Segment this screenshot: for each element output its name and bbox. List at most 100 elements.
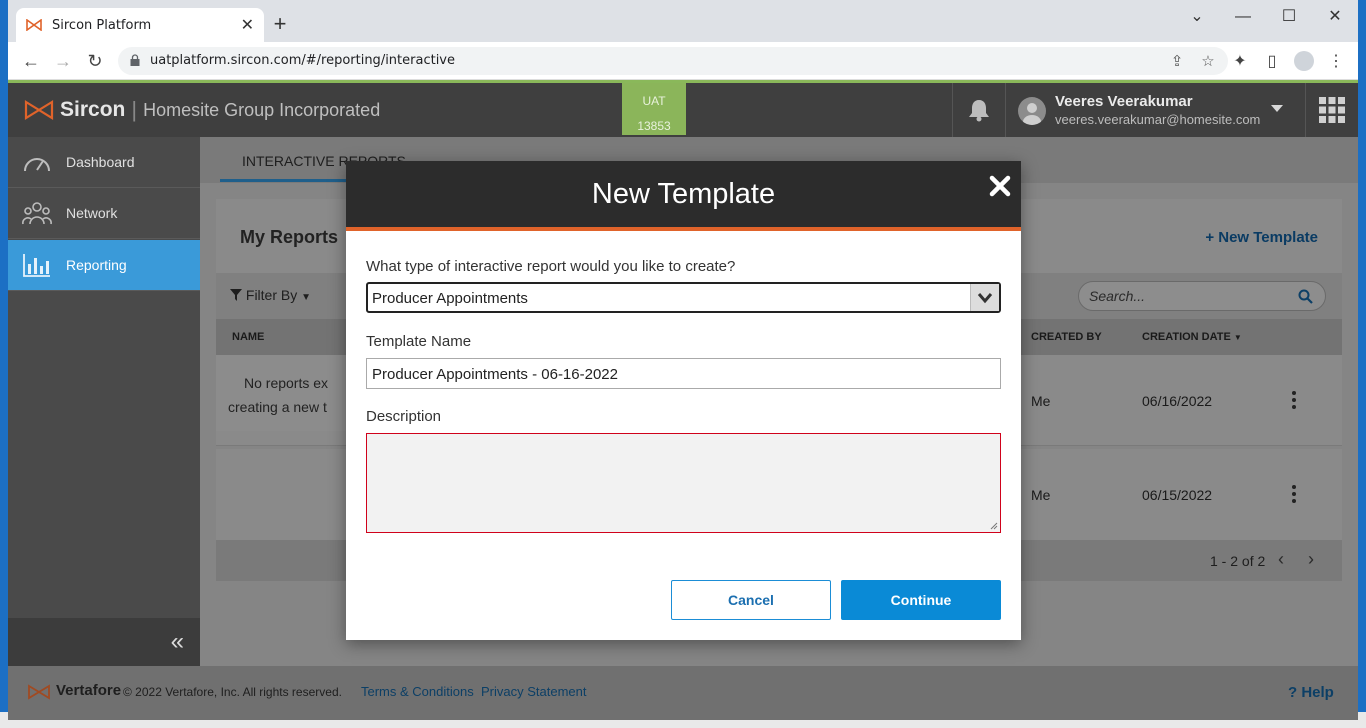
side-panel-icon[interactable]: ▯ — [1262, 52, 1282, 72]
sircon-mark-icon — [24, 100, 54, 120]
row-date: 06/15/2022 — [1142, 487, 1213, 503]
pagination-count: 1 - 2 of 2 — [1210, 553, 1266, 569]
people-network-icon — [22, 202, 52, 225]
search-input[interactable]: Search... — [1078, 281, 1326, 311]
env-label: UAT — [642, 94, 666, 108]
sort-caret-icon: ▼ — [1233, 333, 1242, 342]
new-tab-icon[interactable]: + — [270, 12, 290, 36]
bar-chart-icon — [23, 254, 50, 277]
double-chevron-left-icon: « — [170, 628, 184, 655]
browser-menu-icon[interactable]: ⋮ — [1326, 52, 1346, 72]
user-menu[interactable]: Veeres Veerakumar veeres.veerakumar@home… — [1018, 91, 1298, 131]
next-page-icon[interactable]: › — [1308, 549, 1314, 570]
continue-button[interactable]: Continue — [841, 580, 1001, 620]
back-icon[interactable]: ← — [20, 50, 42, 72]
browser-tab[interactable]: Sircon Platform ✕ — [16, 8, 264, 42]
extensions-icon[interactable]: ✦ — [1230, 52, 1250, 72]
new-template-link[interactable]: + New Template — [1205, 229, 1318, 246]
bookmark-star-icon[interactable]: ☆ — [1199, 53, 1217, 71]
empty-line-1: No reports ex — [244, 375, 329, 391]
sircon-logo[interactable]: Sircon | Homesite Group Incorporated — [24, 97, 380, 123]
app-switcher-button[interactable] — [1305, 83, 1358, 137]
sidebar-item-network[interactable]: Network — [8, 188, 200, 239]
filter-label: Filter By — [245, 287, 298, 303]
row-created-by: Me — [1031, 487, 1051, 503]
filter-by-dropdown[interactable]: Filter By ▼ — [230, 287, 311, 303]
chevron-down-icon — [1271, 105, 1283, 112]
report-type-value: Producer Appointments — [372, 290, 528, 307]
tab-search-icon[interactable]: ⌄ — [1174, 4, 1220, 30]
footer-brand: Vertafore — [56, 682, 122, 699]
grid-icon — [1319, 97, 1345, 123]
kebab-menu-icon[interactable] — [1292, 485, 1296, 503]
url-field[interactable]: uatplatform.sircon.com/#/reporting/inter… — [118, 47, 1228, 75]
column-header-creation-date[interactable]: CREATION DATE ▼ — [1142, 331, 1242, 343]
chevron-down-icon — [977, 292, 993, 303]
prev-page-icon[interactable]: ‹ — [1278, 549, 1284, 570]
sircon-favicon-icon — [26, 19, 42, 31]
caret-down-icon: ▼ — [301, 292, 312, 303]
report-type-select[interactable]: Producer Appointments — [366, 282, 1001, 313]
search-placeholder: Search... — [1089, 288, 1146, 304]
footer: Vertafore © 2022 Vertafore, Inc. All rig… — [8, 666, 1358, 720]
search-icon — [1298, 289, 1313, 304]
url-text: uatplatform.sircon.com/#/reporting/inter… — [150, 53, 455, 68]
template-name-input[interactable]: Producer Appointments - 06-16-2022 — [366, 358, 1001, 389]
user-email: veeres.veerakumar@homesite.com — [1055, 112, 1261, 127]
close-icon[interactable] — [989, 175, 1011, 197]
new-template-dialog: New Template What type of interactive re… — [346, 161, 1021, 640]
sidebar-collapse-button[interactable]: « — [8, 618, 200, 666]
sidebar-item-dashboard[interactable]: Dashboard — [8, 137, 200, 188]
sidebar-item-label: Network — [66, 205, 118, 221]
sidebar: Dashboard Network Reporting « — [8, 137, 200, 666]
sidebar-item-reporting[interactable]: Reporting — [8, 240, 200, 291]
template-name-label: Template Name — [366, 333, 472, 350]
forward-icon[interactable]: → — [52, 50, 74, 72]
footer-copyright: © 2022 Vertafore, Inc. All rights reserv… — [123, 685, 342, 699]
help-link[interactable]: ? Help — [1288, 684, 1334, 701]
reload-icon[interactable]: ↻ — [84, 50, 106, 72]
sidebar-item-label: Dashboard — [66, 154, 135, 170]
select-toggle[interactable] — [970, 284, 999, 311]
row-date: 06/16/2022 — [1142, 393, 1213, 409]
user-avatar-icon — [1018, 97, 1046, 125]
bell-icon — [969, 100, 989, 122]
privacy-link[interactable]: Privacy Statement — [481, 684, 587, 699]
column-label: CREATION DATE — [1142, 331, 1231, 343]
filter-icon — [230, 289, 242, 301]
environment-badge: UAT 13853 — [622, 83, 686, 135]
minimize-icon[interactable]: — — [1220, 4, 1266, 30]
kebab-menu-icon[interactable] — [1292, 391, 1296, 409]
vertafore-mark-icon — [28, 684, 50, 700]
lock-icon — [130, 54, 140, 66]
help-label: Help — [1301, 684, 1334, 701]
description-textarea[interactable] — [366, 433, 1001, 533]
column-header-created-by[interactable]: CREATED BY — [1031, 331, 1102, 343]
brand-name: Sircon — [60, 98, 126, 121]
tab-title: Sircon Platform — [52, 17, 152, 33]
row-created-by: Me — [1031, 393, 1051, 409]
address-bar: ← → ↻ uatplatform.sircon.com/#/reporting… — [8, 42, 1358, 80]
dialog-header: New Template — [346, 161, 1021, 231]
notifications-button[interactable] — [952, 83, 1006, 137]
profile-avatar-icon[interactable] — [1294, 51, 1314, 71]
window-close-icon[interactable]: ✕ — [1312, 4, 1358, 30]
env-number: 13853 — [637, 119, 671, 133]
resize-grip-icon[interactable] — [990, 522, 998, 530]
panel-title: My Reports — [240, 227, 339, 247]
maximize-icon[interactable]: ☐ — [1266, 4, 1312, 30]
tab-bar: Sircon Platform ✕ + ⌄ — ☐ ✕ — [8, 0, 1358, 42]
tab-close-icon[interactable]: ✕ — [241, 15, 254, 35]
dialog-title: New Template — [591, 178, 776, 210]
user-name: Veeres Veerakumar — [1055, 93, 1193, 110]
column-header-name[interactable]: NAME — [232, 331, 264, 343]
description-label: Description — [366, 408, 442, 425]
share-icon[interactable]: ⇪ — [1168, 53, 1186, 71]
org-name: Homesite Group Incorporated — [143, 99, 381, 120]
help-icon: ? — [1288, 684, 1298, 701]
sidebar-item-label: Reporting — [66, 257, 127, 273]
empty-line-2: creating a new t — [228, 399, 327, 415]
terms-link[interactable]: Terms & Conditions — [361, 684, 474, 699]
plus-icon: + — [1205, 229, 1215, 246]
cancel-button[interactable]: Cancel — [671, 580, 831, 620]
